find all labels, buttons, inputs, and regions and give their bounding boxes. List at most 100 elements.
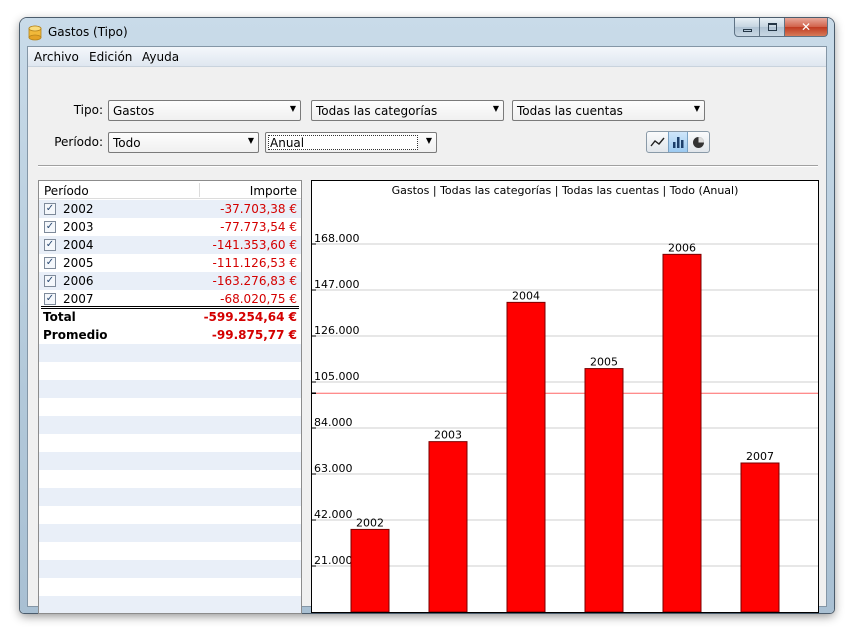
table-row — [39, 470, 301, 488]
row-amount: -141.353,60 € — [212, 238, 298, 252]
bar-label-2007: 2007 — [746, 450, 774, 463]
title-bar[interactable]: Gastos (Tipo) ✕ — [20, 18, 834, 46]
chevron-down-icon: ▼ — [247, 136, 254, 145]
categoria-dropdown[interactable]: Todas las categorías ▼ — [311, 100, 504, 121]
bar-chart-icon — [672, 137, 683, 148]
row-checkbox[interactable]: ✓ — [44, 239, 56, 251]
bar-chart-button[interactable] — [667, 132, 689, 152]
column-header-period[interactable]: Período — [44, 184, 89, 198]
table-row — [39, 398, 301, 416]
menu-ayuda[interactable]: Ayuda — [142, 50, 179, 64]
menu-bar: Archivo Edición Ayuda — [28, 47, 826, 67]
table-row[interactable]: ✓ 2004 -141.353,60 € — [39, 236, 301, 254]
total-amount: -599.254,64 € — [203, 310, 297, 324]
row-checkbox[interactable]: ✓ — [44, 275, 56, 287]
chevron-down-icon: ▼ — [289, 104, 296, 113]
separator — [38, 165, 818, 167]
table-row — [39, 506, 301, 524]
y-tick-label: 84.000 — [314, 416, 353, 429]
table-row — [39, 560, 301, 578]
row-amount: -77.773,54 € — [220, 220, 297, 234]
table-row — [39, 344, 301, 362]
periods-table: Período Importe ✓ 2002 -37.703,38 € ✓ 2003 -7… — [38, 180, 302, 614]
bar-label-2002: 2002 — [356, 516, 384, 529]
chart-type-switch — [646, 131, 710, 153]
bar-label-2005: 2005 — [590, 356, 618, 369]
bar-2006 — [662, 253, 702, 612]
column-divider[interactable] — [199, 183, 200, 197]
table-row[interactable]: ✓ 2005 -111.126,53 € — [39, 254, 301, 272]
minimize-icon — [742, 28, 752, 32]
tipo-value: Gastos — [113, 104, 155, 118]
row-amount: -68.020,75 € — [220, 292, 297, 306]
y-tick-label: 126.000 — [314, 324, 360, 337]
tipo-label: Tipo: — [73, 103, 103, 117]
table-row[interactable]: ✓ 2006 -163.276,83 € — [39, 272, 301, 290]
bar-2003 — [428, 441, 468, 612]
cuenta-dropdown[interactable]: Todas las cuentas ▼ — [512, 100, 705, 121]
row-checkbox[interactable]: ✓ — [44, 221, 56, 233]
bar-2007 — [740, 462, 780, 612]
periodo-dropdown[interactable]: Todo ▼ — [108, 132, 259, 153]
y-tick-label: 168.000 — [314, 232, 360, 245]
periodo-value: Todo — [113, 136, 141, 150]
menu-archivo[interactable]: Archivo — [34, 50, 79, 64]
bar-2004 — [506, 301, 546, 612]
table-row — [39, 488, 301, 506]
app-logo-icon — [28, 25, 42, 41]
row-amount: -111.126,53 € — [212, 256, 298, 270]
bar-chart: 21.000 42.000 63.000 84.000 105.000 126.000 14… — [312, 232, 818, 612]
chart-title: Gastos | Todas las categorías | Todas la… — [391, 184, 739, 197]
row-period: 2005 — [63, 256, 94, 270]
table-row — [39, 578, 301, 596]
average-label: Promedio — [43, 328, 108, 342]
row-checkbox[interactable]: ✓ — [44, 257, 56, 269]
maximize-button[interactable] — [760, 18, 785, 37]
row-period: 2002 — [63, 202, 94, 216]
row-period: 2004 — [63, 238, 94, 252]
column-header-amount[interactable]: Importe — [250, 184, 297, 198]
agrupacion-value: Anual — [270, 136, 305, 150]
bar-label-2003: 2003 — [434, 429, 462, 442]
table-row — [39, 596, 301, 613]
categoria-value: Todas las categorías — [316, 104, 438, 118]
y-tick-label: 105.000 — [314, 370, 360, 383]
table-row — [39, 524, 301, 542]
row-period: 2003 — [63, 220, 94, 234]
pie-chart-button[interactable] — [688, 132, 709, 152]
window-title: Gastos (Tipo) — [48, 25, 128, 39]
table-row — [39, 362, 301, 380]
line-chart-button[interactable] — [647, 132, 668, 152]
bar-label-2004: 2004 — [512, 289, 540, 302]
y-tick-label: 21.000 — [314, 554, 353, 567]
row-period: 2007 — [63, 292, 94, 306]
table-row — [39, 380, 301, 398]
pie-chart-icon — [693, 136, 705, 148]
chevron-down-icon: ▼ — [425, 136, 432, 145]
table-row[interactable]: ✓ 2003 -77.773,54 € — [39, 218, 301, 236]
row-amount: -37.703,38 € — [220, 202, 297, 216]
client-area: Archivo Edición Ayuda Tipo: Gastos ▼ Tod… — [27, 46, 827, 614]
bar-label-2006: 2006 — [668, 241, 696, 254]
y-tick-label: 147.000 — [314, 278, 360, 291]
average-amount: -99.875,77 € — [211, 328, 297, 342]
row-checkbox[interactable]: ✓ — [44, 203, 56, 215]
app-window: Gastos (Tipo) ✕ Archivo Edición Ayuda Ti… — [20, 18, 834, 614]
table-row — [39, 434, 301, 452]
row-amount: -163.276,83 € — [212, 274, 298, 288]
table-row[interactable]: Promedio -99.875,77 € — [39, 326, 301, 344]
row-checkbox[interactable]: ✓ — [44, 293, 56, 305]
bar-2005 — [584, 368, 624, 612]
line-chart-icon — [650, 137, 665, 147]
minimize-button[interactable] — [734, 18, 760, 37]
chevron-down-icon: ▼ — [693, 104, 700, 113]
agrupacion-dropdown[interactable]: Anual ▼ — [265, 132, 437, 153]
table-row[interactable]: Total -599.254,64 € — [39, 308, 301, 326]
menu-edicion[interactable]: Edición — [89, 50, 132, 64]
maximize-icon — [767, 23, 777, 31]
y-tick-label: 42.000 — [314, 508, 353, 521]
tipo-dropdown[interactable]: Gastos ▼ — [108, 100, 301, 121]
chart-panel: Gastos | Todas las categorías | Todas la… — [311, 180, 819, 613]
table-row[interactable]: ✓ 2002 -37.703,38 € — [39, 200, 301, 218]
close-button[interactable]: ✕ — [785, 18, 828, 37]
